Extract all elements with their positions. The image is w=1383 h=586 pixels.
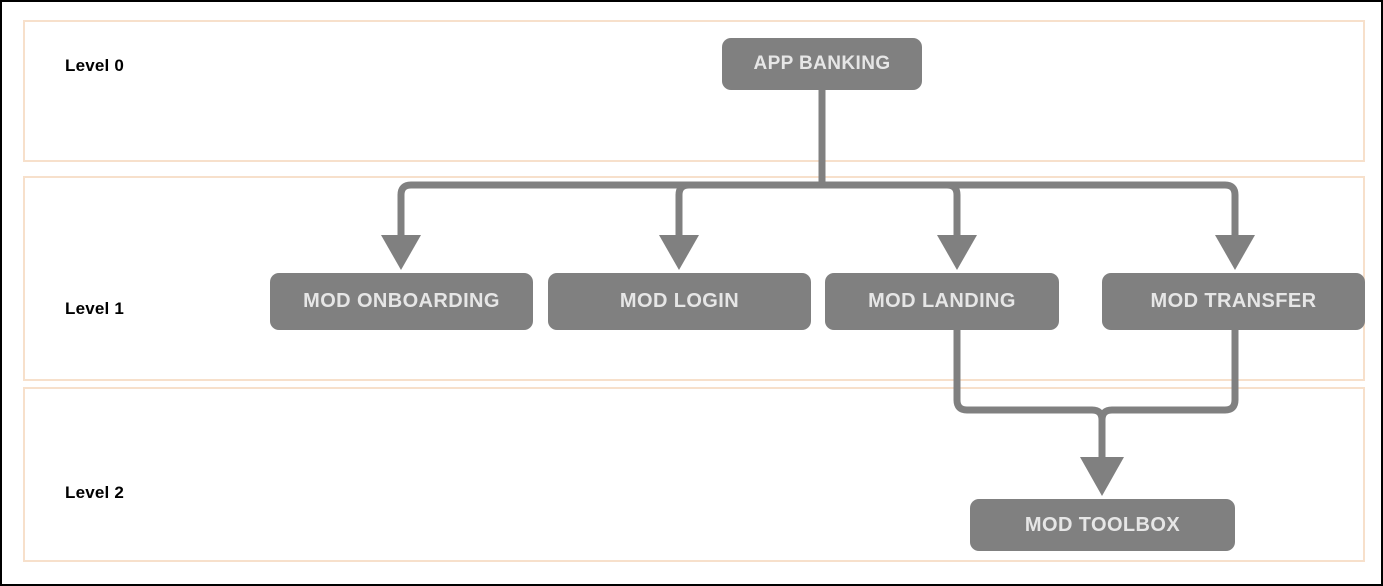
node-label-mod-landing: MOD LANDING — [868, 290, 1016, 312]
node-mod-landing[interactable]: MOD LANDING — [825, 273, 1059, 330]
swimlane-level-0 — [23, 20, 1365, 162]
node-label-mod-toolbox: MOD TOOLBOX — [1024, 513, 1181, 536]
node-mod-transfer[interactable]: MOD TRANSFER — [1102, 273, 1365, 330]
node-mod-login[interactable]: MOD LOGIN — [548, 273, 811, 330]
swimlane-label-level-2: Level 2 — [65, 483, 125, 502]
node-label-app-banking: APP BANKING — [753, 53, 891, 74]
node-label-mod-onboarding: MOD ONBOARDING — [303, 290, 500, 312]
swimlane-label-level-0: Level 0 — [65, 56, 125, 75]
swimlane-label-level-1: Level 1 — [65, 299, 125, 318]
node-mod-toolbox[interactable]: MOD TOOLBOX — [970, 499, 1235, 551]
node-label-mod-login: MOD LOGIN — [619, 290, 740, 312]
node-app-banking[interactable]: APP BANKING — [722, 38, 922, 90]
node-mod-onboarding[interactable]: MOD ONBOARDING — [270, 273, 533, 330]
diagram-canvas: Level 0 Level 1 Level 2 APP BANKING MOD … — [0, 0, 1383, 586]
node-label-mod-transfer: MOD TRANSFER — [1150, 290, 1317, 312]
